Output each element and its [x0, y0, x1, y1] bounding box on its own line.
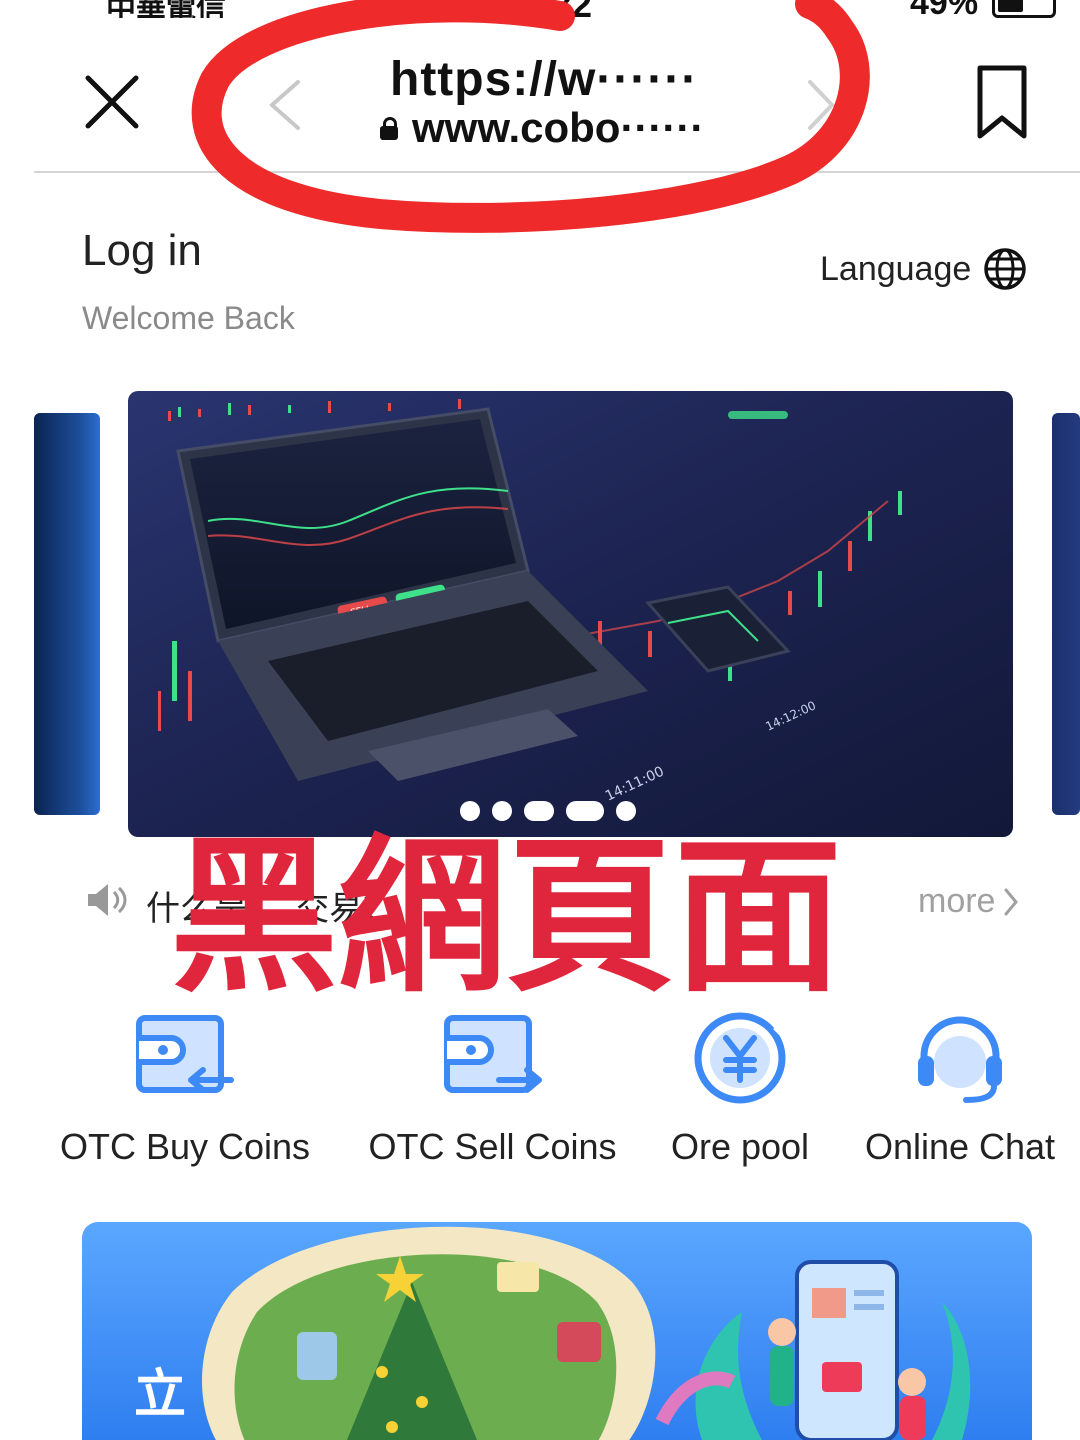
- otc-sell-coins-button[interactable]: OTC Sell Coins: [350, 1012, 635, 1182]
- language-label: Language: [820, 249, 972, 288]
- status-bar: 中華電信 19:32 49%: [0, 0, 1080, 18]
- promo-illustration: [202, 1226, 971, 1440]
- more-link[interactable]: more: [918, 882, 1019, 921]
- wallet-out-icon: [443, 1015, 542, 1093]
- promo-banner[interactable]: 立 ...: [82, 1222, 1032, 1440]
- url-display[interactable]: https://w······: [390, 52, 698, 107]
- header-divider: [34, 171, 1080, 173]
- language-selector[interactable]: Language: [820, 244, 1027, 294]
- page-subtitle: Welcome Back: [82, 300, 295, 336]
- bookmark-icon: [977, 65, 1027, 139]
- carousel-prev-slide[interactable]: [34, 413, 100, 815]
- action-label: OTC Buy Coins: [59, 1126, 311, 1167]
- battery-icon: [992, 0, 1056, 18]
- url-host[interactable]: www.cobo······: [380, 104, 704, 152]
- online-chat-button[interactable]: Online Chat: [840, 1012, 1080, 1182]
- red-text-annotation: 黑網頁面: [170, 819, 842, 1015]
- annotation-text: 黑網頁面: [170, 819, 842, 1015]
- url-host-text: www.cobo······: [412, 104, 705, 151]
- trading-laptop-image: SELL 14:12:00 14:11:00: [128, 391, 1013, 837]
- headset-icon: [918, 1016, 1002, 1103]
- ore-pool-button[interactable]: Ore pool: [650, 1012, 830, 1182]
- forward-icon: [808, 80, 835, 130]
- bookmark-button[interactable]: [974, 64, 1030, 140]
- close-icon: [85, 75, 139, 129]
- speaker-icon: [88, 884, 127, 916]
- globe-icon: [984, 248, 1027, 290]
- back-button[interactable]: [262, 78, 310, 132]
- wallet-in-icon: [136, 1015, 234, 1093]
- forward-button[interactable]: [800, 78, 840, 132]
- carrier-name: 中華電信: [106, 0, 226, 18]
- status-time: 19:32: [500, 0, 592, 18]
- page-title: Log in: [82, 226, 202, 275]
- yen-coin-icon: [694, 1012, 787, 1104]
- otc-buy-coins-button[interactable]: OTC Buy Coins: [40, 1012, 330, 1182]
- lock-icon: [380, 117, 398, 140]
- back-icon: [268, 80, 300, 130]
- action-label: OTC Sell Coins: [368, 1126, 617, 1167]
- close-button[interactable]: [80, 70, 144, 134]
- action-label: Ore pool: [670, 1126, 810, 1167]
- more-label: more: [918, 882, 996, 920]
- battery-percent: 49%: [910, 0, 978, 18]
- chevron-right-icon: [1004, 888, 1019, 915]
- carousel-next-slide[interactable]: [1052, 413, 1080, 815]
- carousel-banner[interactable]: SELL 14:12:00 14:11:00: [128, 391, 1013, 837]
- action-label: Online Chat: [864, 1126, 1056, 1167]
